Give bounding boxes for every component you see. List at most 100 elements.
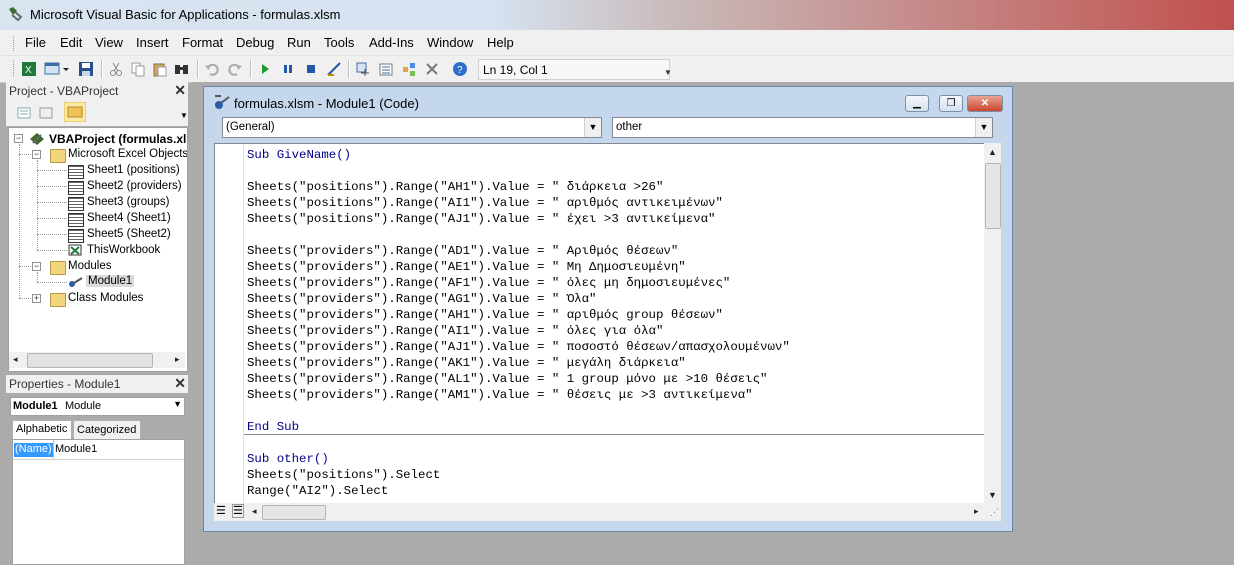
scroll-left-icon[interactable]: ◂	[13, 354, 18, 365]
scroll-right-icon[interactable]: ▸	[974, 506, 979, 517]
view-object-icon[interactable]	[38, 105, 54, 121]
collapse-modules-icon[interactable]: −	[32, 262, 41, 271]
menu-insert[interactable]: Insert	[136, 35, 169, 50]
menu-view[interactable]: View	[95, 35, 123, 50]
tree-module1[interactable]: Module1	[86, 275, 135, 287]
chevron-down-icon[interactable]: ▼	[173, 399, 182, 409]
undo-icon[interactable]	[204, 61, 220, 77]
folder-icon	[50, 293, 66, 307]
object-type: Module	[65, 400, 102, 412]
scroll-down-icon[interactable]: ▼	[988, 490, 997, 500]
tree-thisworkbook[interactable]: ThisWorkbook	[87, 244, 160, 256]
chevron-down-icon[interactable]: ▼	[975, 118, 992, 137]
procedure-separator	[244, 434, 985, 435]
code-line: Sheets("positions").Select	[247, 468, 441, 482]
menu-format[interactable]: Format	[182, 35, 223, 50]
project-tree-hscroll[interactable]: ◂ ▸	[9, 352, 185, 368]
cut-icon[interactable]	[108, 61, 124, 77]
properties-grid: (Name) Module1	[12, 439, 185, 565]
menu-grip[interactable]	[13, 36, 17, 51]
collapse-excel-objects-icon[interactable]: −	[32, 150, 41, 159]
code-editor[interactable]: Sub GiveName() Sheets("positions").Range…	[214, 143, 985, 504]
excel-icon[interactable]: X	[21, 61, 37, 77]
folder-icon	[50, 149, 66, 163]
insert-userform-icon[interactable]	[44, 61, 60, 77]
close-icon[interactable]: ✕	[174, 375, 186, 392]
redo-icon[interactable]	[227, 61, 243, 77]
panel-scroll-icon[interactable]: ▼	[180, 111, 188, 126]
code-text[interactable]: Sub GiveName() Sheets("positions").Range…	[247, 147, 790, 499]
property-value[interactable]: Module1	[55, 443, 97, 455]
chevron-down-icon[interactable]	[62, 61, 70, 77]
help-icon[interactable]: ?	[452, 61, 468, 77]
menu-help[interactable]: Help	[487, 35, 514, 50]
svg-text:?: ?	[457, 65, 463, 76]
object-browser-icon[interactable]	[401, 61, 417, 77]
resize-grip-icon[interactable]: ⋰	[990, 507, 999, 518]
chevron-down-icon[interactable]: ▼	[584, 118, 601, 137]
tree-root[interactable]: VBAProject (formulas.xls	[49, 132, 187, 146]
toolbar-grip[interactable]	[13, 60, 17, 77]
sheet-icon	[68, 197, 84, 211]
toolbox-icon[interactable]	[424, 61, 440, 77]
toolbar-separator	[101, 60, 103, 78]
tree-sheet1[interactable]: Sheet1 (positions)	[87, 164, 180, 176]
restore-button[interactable]: ❐	[939, 95, 963, 112]
menu-debug[interactable]: Debug	[236, 35, 274, 50]
find-icon[interactable]	[174, 61, 190, 77]
procedure-combo[interactable]: other ▼	[612, 117, 993, 138]
close-icon[interactable]: ✕	[174, 82, 186, 99]
design-mode-icon[interactable]	[326, 61, 342, 77]
menu-file[interactable]: File	[25, 35, 46, 50]
tab-alphabetic[interactable]: Alphabetic	[12, 420, 72, 440]
menu-tools[interactable]: Tools	[324, 35, 354, 50]
code-line: Sheets("providers").Range("AH1").Value =…	[247, 308, 723, 322]
property-name[interactable]: (Name)	[14, 443, 53, 457]
tree-sheet2[interactable]: Sheet2 (providers)	[87, 180, 182, 192]
close-button[interactable]: ✕	[967, 95, 1003, 112]
break-icon[interactable]	[280, 61, 296, 77]
scroll-thumb[interactable]	[985, 163, 1001, 229]
tree-sheet5[interactable]: Sheet5 (Sheet2)	[87, 228, 171, 240]
menu-edit[interactable]: Edit	[60, 35, 82, 50]
menu-run[interactable]: Run	[287, 35, 311, 50]
save-icon[interactable]	[78, 61, 94, 77]
view-code-icon[interactable]	[16, 105, 32, 121]
tree-sheet3[interactable]: Sheet3 (groups)	[87, 196, 169, 208]
scroll-right-icon[interactable]: ▸	[175, 354, 180, 365]
run-icon[interactable]	[257, 61, 273, 77]
full-module-view-icon[interactable]: ☰	[232, 504, 244, 518]
menu-add-ins[interactable]: Add-Ins	[369, 35, 414, 50]
scroll-left-icon[interactable]: ◂	[252, 506, 257, 517]
margin-indicator-bar[interactable]	[215, 144, 244, 504]
paste-icon[interactable]	[152, 61, 168, 77]
project-panel-toolbar	[6, 100, 188, 126]
tab-alphabetic-label: Alphabetic	[16, 423, 68, 435]
object-combo[interactable]: (General) ▼	[222, 117, 602, 138]
tree-sheet4[interactable]: Sheet4 (Sheet1)	[87, 212, 171, 224]
procedure-view-icon[interactable]: ☰	[216, 504, 226, 517]
tree-modules[interactable]: Modules	[68, 260, 111, 272]
vba-app-icon[interactable]	[7, 6, 23, 22]
code-proc1-footer: End Sub	[247, 420, 300, 434]
tree-excel-objects[interactable]: Microsoft Excel Objects	[68, 148, 187, 160]
minimize-button[interactable]: ▁	[905, 95, 929, 112]
project-explorer-icon[interactable]	[355, 61, 371, 77]
toggle-folders-icon[interactable]	[64, 102, 86, 122]
reset-icon[interactable]	[303, 61, 319, 77]
properties-icon[interactable]	[378, 61, 394, 77]
toolbar-options-icon[interactable]: ▼	[664, 68, 1234, 77]
scroll-up-icon[interactable]: ▲	[988, 147, 997, 157]
sheet-icon	[68, 181, 84, 195]
copy-icon[interactable]	[130, 61, 146, 77]
scroll-thumb[interactable]	[262, 505, 326, 520]
collapse-root-icon[interactable]: −	[14, 134, 23, 143]
object-selector[interactable]: Module1 Module ▼	[10, 397, 185, 416]
scroll-thumb[interactable]	[27, 353, 153, 368]
menu-window[interactable]: Window	[427, 35, 473, 50]
tab-categorized[interactable]: Categorized	[73, 420, 141, 440]
code-vscroll[interactable]: ▲ ▼	[984, 143, 1001, 503]
code-line: Sheets("providers").Range("AF1").Value =…	[247, 276, 731, 290]
expand-class-modules-icon[interactable]: +	[32, 294, 41, 303]
tree-class-modules[interactable]: Class Modules	[68, 292, 143, 304]
